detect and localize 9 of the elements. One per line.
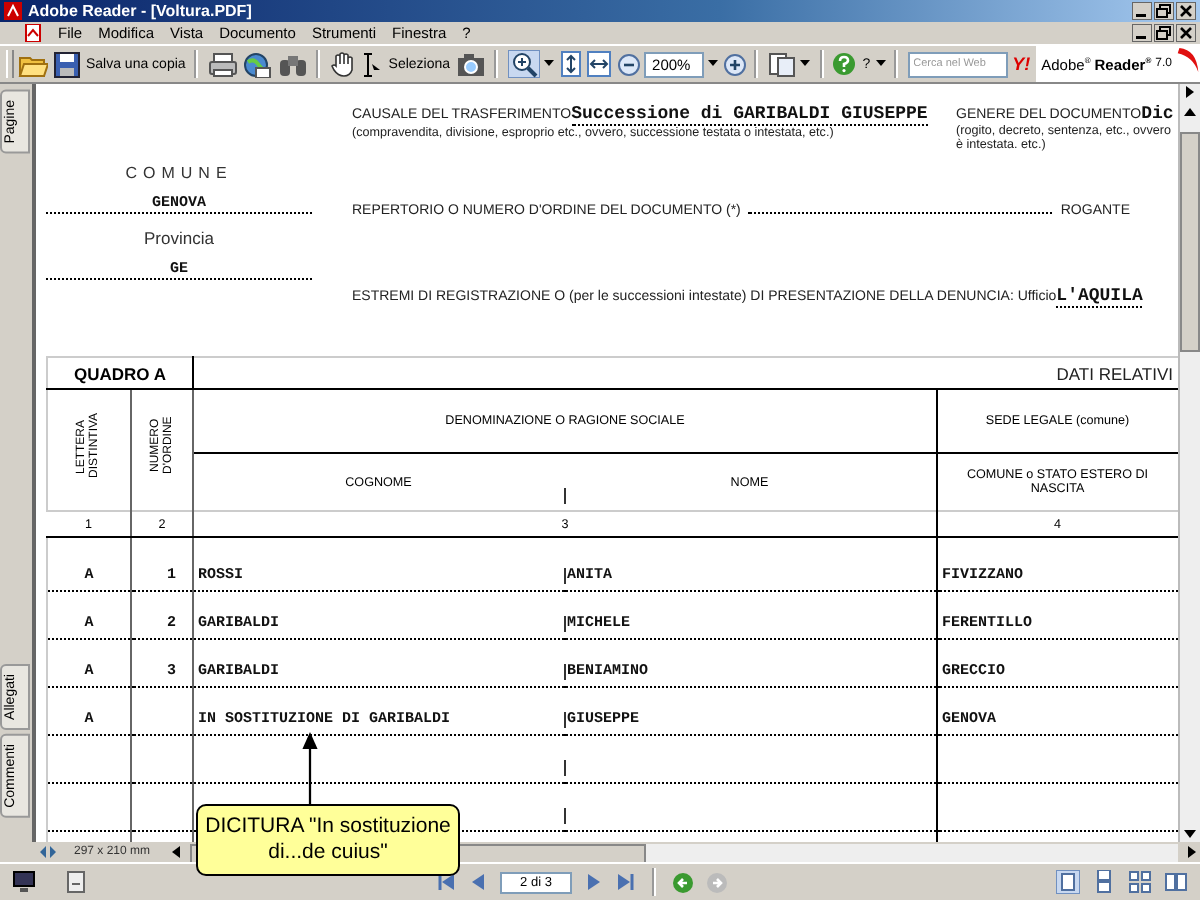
callout-tooltip: DICITURA "In sostituzione di...de cuius" [196, 804, 460, 876]
ufficio-value: L'AQUILA [1056, 286, 1143, 308]
field-label: Provincia [144, 228, 214, 248]
field-label: COMUNE [125, 164, 233, 182]
window-title: Adobe Reader - [Voltura.PDF] [28, 2, 254, 20]
genere-value: Dic [1141, 104, 1174, 124]
section-subtitle: DATI RELATIVI [193, 357, 1178, 389]
causale-value: Successione di GARIBALDI GIUSEPPE [571, 104, 928, 126]
section-title: QUADRO A [47, 357, 193, 389]
